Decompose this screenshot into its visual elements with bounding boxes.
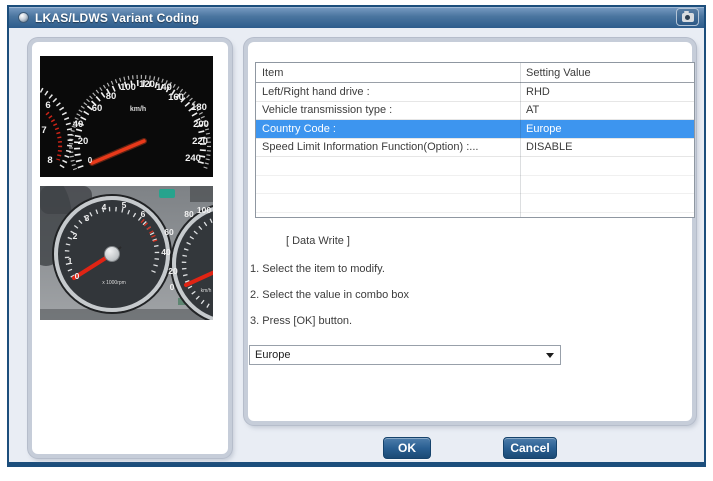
table-row-empty <box>256 194 694 213</box>
speedo-num: 60 <box>164 227 174 237</box>
tach-num: 4 <box>102 202 107 212</box>
speedo-num: 120 <box>139 79 155 90</box>
speedo-num: 40 <box>161 247 171 257</box>
combo-selected-value: Europe <box>255 349 290 361</box>
tach-num: 6 <box>45 100 50 111</box>
speedometer-photo: 0 20 40 60 80 100 120 140 160 180 200 22… <box>40 56 213 177</box>
gauge-cluster-photo: 0 1 2 3 4 5 6 x 1000rpm 0 20 40 60 80 10… <box>40 186 213 320</box>
settings-table-rows: Left/Right hand drive :RHDVehicle transm… <box>256 83 694 213</box>
value-combo-box[interactable]: Europe <box>249 345 561 365</box>
data-write-heading: [ Data Write ] <box>286 235 350 247</box>
tach-num: 6 <box>141 209 146 219</box>
instruction-steps: 1. Select the item to modify. 2. Select t… <box>250 263 409 341</box>
speedo-num: 160 <box>168 92 184 103</box>
table-header: Item Setting Value <box>256 63 694 83</box>
speedo-num: 20 <box>168 266 178 276</box>
speedo-unit-label: km/h <box>130 106 146 113</box>
tach-num: 5 <box>122 200 127 210</box>
table-row-empty <box>256 176 694 195</box>
tach-num: 8 <box>47 155 52 166</box>
variant-coding-dialog: LKAS/LDWS Variant Coding 0 <box>7 5 706 467</box>
speedo-num: 60 <box>92 103 103 114</box>
table-row-empty <box>256 157 694 176</box>
tach-num: 7 <box>41 125 46 136</box>
speedo-num: 100 <box>120 82 136 93</box>
speedo-num: 0 <box>170 282 175 292</box>
column-header-setting-value: Setting Value <box>520 67 694 79</box>
column-header-item: Item <box>256 67 520 79</box>
indicator-lamp <box>159 189 175 198</box>
speedo-unit-label: km/h <box>201 288 212 294</box>
tach-num: 0 <box>75 271 80 281</box>
speedo-num: 0 <box>88 156 93 165</box>
camera-capture-button[interactable] <box>676 8 699 26</box>
table-row[interactable]: Left/Right hand drive :RHD <box>256 83 694 102</box>
speedo-num: 100 <box>197 205 211 215</box>
instruction-step: 2. Select the value in combo box <box>250 289 409 301</box>
table-row[interactable]: Speed Limit Information Function(Option)… <box>256 139 694 158</box>
instruction-step: 1. Select the item to modify. <box>250 263 409 275</box>
cancel-button[interactable]: Cancel <box>503 437 557 459</box>
tach-num: 1 <box>68 256 73 266</box>
titlebar: LKAS/LDWS Variant Coding <box>9 7 704 28</box>
speedo-num: 20 <box>78 136 89 147</box>
tach-num: 3 <box>85 213 90 223</box>
dialog-title: LKAS/LDWS Variant Coding <box>35 11 199 25</box>
table-row[interactable]: Vehicle transmission type :AT <box>256 102 694 121</box>
speedo-num: 200 <box>193 119 209 130</box>
speedo-num: 80 <box>184 209 194 219</box>
speedo-num: 40 <box>73 119 84 130</box>
speedo-num: 80 <box>106 91 117 102</box>
app-orb-icon <box>18 12 29 23</box>
tach-unit-label: x 1000rpm <box>102 280 126 286</box>
gauge-image-panel: 0 20 40 60 80 100 120 140 160 180 200 22… <box>28 38 232 458</box>
instruction-step: 3. Press [OK] button. <box>250 315 409 327</box>
ok-button[interactable]: OK <box>383 437 431 459</box>
camera-icon <box>682 13 694 22</box>
speedo-num: 180 <box>191 102 207 113</box>
speedo-num: 220 <box>192 136 208 147</box>
variant-settings-panel: Item Setting Value Left/Right hand drive… <box>244 38 696 425</box>
settings-table: Item Setting Value Left/Right hand drive… <box>255 62 695 218</box>
chevron-down-icon <box>546 353 554 358</box>
table-row-selected[interactable]: Country Code :Europe <box>256 120 694 139</box>
tach-num: 2 <box>73 231 78 241</box>
column-divider <box>520 63 521 217</box>
speedo-num: 240 <box>185 153 201 164</box>
